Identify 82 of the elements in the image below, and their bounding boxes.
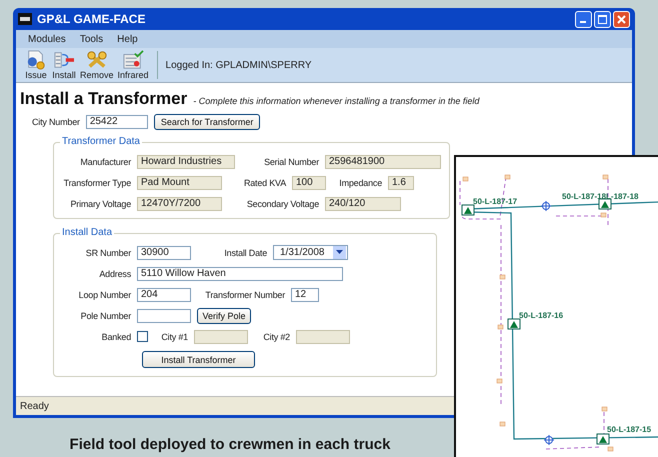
maximize-button[interactable] [594,10,611,28]
input-field[interactable]: 2596481900 [325,154,441,168]
field-label: Transformer Number [204,290,285,300]
field-label: Manufacturer [79,156,131,166]
search-button[interactable]: Search for Transformer [154,114,260,130]
field-label: Transformer Type [62,178,131,188]
status-text: Ready [20,400,49,412]
menu-item[interactable]: Help [117,34,138,44]
input-field[interactable]: 100 [292,176,326,190]
transformer-symbol[interactable] [598,198,612,210]
marker-icon [602,406,608,412]
group-title: Install Data [60,227,114,238]
caption: Field tool deployed to crewmen in each truck [68,436,392,453]
toolbar-button[interactable]: Infrared [116,50,151,80]
input-field[interactable]: 12 [291,288,319,302]
page-title: Install a Transformer [20,89,188,109]
input-field[interactable]: 25422 [86,114,148,128]
toolbar-button[interactable]: Issue [22,50,50,80]
menu-item[interactable]: Tools [80,34,104,44]
install-button[interactable]: Install Transformer [142,351,255,368]
transformer-symbol[interactable] [508,318,520,330]
input-field[interactable]: 30900 [137,246,191,260]
input-field[interactable] [194,330,248,344]
input-field[interactable]: Howard Industries [137,154,235,168]
switch-symbol [544,434,554,446]
marker-icon [600,212,606,218]
marker-icon [498,324,504,330]
toolbar-button[interactable]: Remove [78,50,116,80]
page-subtitle: - Complete this information whenever installing a transformer in the field [193,96,480,106]
checkbox[interactable] [137,331,148,342]
field-label: City #1 [160,332,188,342]
input-field[interactable] [296,330,350,344]
marker-icon [496,378,502,384]
switch-symbol [540,200,552,212]
input-field[interactable]: 12470Y/7200 [137,196,222,210]
tools-icon [84,50,109,70]
input-field[interactable]: 5110 Willow Haven [137,266,343,280]
map-label: 50-L-187-18L-187-18 [562,192,638,201]
field-label: Address [98,268,131,278]
field-label: Loop Number [78,290,131,300]
marker-icon [500,274,506,280]
marker-icon [500,422,506,426]
field-label: Secondary Voltage [246,198,319,208]
input-field[interactable]: Pad Mount [137,176,222,190]
field-label: City Number [32,116,80,126]
date-picker[interactable]: 1/31/2008 [273,245,348,260]
map-label: 50-L-187-15 [607,425,652,434]
field-label: Banked [100,332,131,342]
input-field[interactable]: 240/120 [325,196,401,210]
toolbar-button[interactable]: Install [50,50,78,80]
field-label: Rated KVA [242,178,286,188]
field-label: Primary Voltage [69,198,131,208]
logged-in-text: Logged In: GPLADMIN\SPERRY [166,60,312,70]
map-label: 50-L-187-16 [519,311,564,320]
transformer-symbol[interactable] [462,204,474,216]
input-field[interactable] [137,308,191,322]
marker-icon [504,174,510,180]
field-label: SR Number [84,248,131,258]
marker-icon [602,174,608,180]
app-icon [18,13,32,25]
field-label: Impedance [338,178,382,188]
verify-button[interactable]: Verify Pole [197,308,251,324]
map-label: 50-L-187-17 [473,197,518,206]
field-label: Serial Number [263,156,319,166]
transformer-symbol[interactable] [596,434,610,444]
menu-item[interactable]: Modules [28,34,66,44]
group-title: Transformer Data [60,136,142,147]
input-field[interactable]: 1.6 [388,176,414,190]
field-label: Pole Number [80,310,131,320]
input-field[interactable]: 204 [137,288,191,302]
close-button[interactable] [613,10,630,28]
window-title: GP&L GAME-FACE [37,12,146,26]
caret-icon [336,250,342,255]
marker-icon [462,176,468,182]
field-label: Install Date [223,248,267,258]
list-arrow-icon [52,50,76,70]
minimize-button[interactable] [575,10,592,28]
marker-icon [608,446,614,452]
maximize-icon [598,14,607,24]
checklist-icon [121,50,146,70]
close-icon [617,14,626,24]
field-label: City #2 [262,332,290,342]
